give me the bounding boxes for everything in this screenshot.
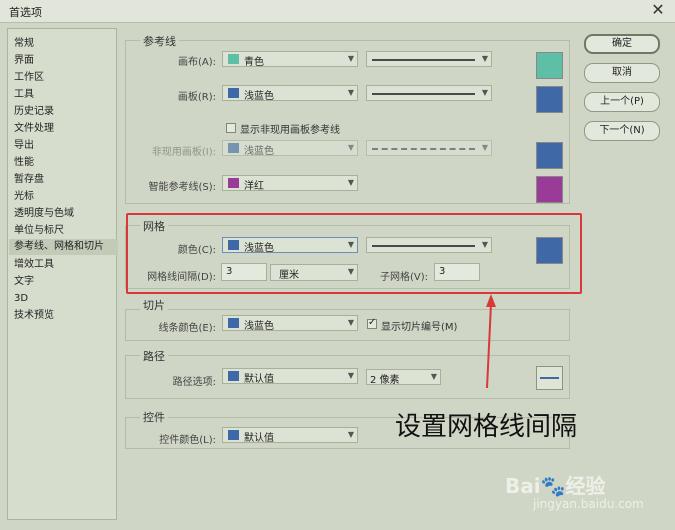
canvas-color-label: 画布(A):	[177, 57, 216, 68]
sidebar-item[interactable]: 历史记录	[14, 104, 54, 120]
path-group-title: 路径	[140, 348, 168, 364]
cancel-button[interactable]: 取消	[584, 63, 660, 83]
sidebar-item[interactable]: 增效工具	[14, 257, 54, 273]
annotation-text: 设置网格线间隔	[395, 412, 578, 442]
chevron-down-icon: ▼	[481, 88, 488, 97]
control-color-dropdown[interactable]: 默认值 ▼	[222, 427, 358, 444]
artboard-color-dropdown[interactable]: 浅蓝色 ▼	[222, 85, 358, 102]
inactive-style-dropdown[interactable]: ▼	[366, 140, 492, 156]
sidebar-item[interactable]: 文字	[14, 274, 34, 290]
window-title: 首选项	[9, 6, 42, 19]
smart-guides-dropdown[interactable]: 洋红 ▼	[222, 175, 358, 192]
chevron-down-icon: ▼	[347, 430, 354, 439]
smart-color-value: 洋红	[244, 181, 264, 192]
canvas-color-value: 青色	[244, 57, 264, 68]
sidebar-item[interactable]: 单位与标尺	[14, 223, 64, 239]
chevron-down-icon: ▼	[347, 318, 354, 327]
chevron-down-icon: ▼	[481, 54, 488, 63]
next-button[interactable]: 下一个(N)	[584, 121, 660, 141]
sidebar-item[interactable]: 参考线、网格和切片	[9, 239, 118, 255]
path-options-label: 路径选项:	[172, 377, 216, 388]
inactive-color-swatch-large[interactable]	[536, 142, 563, 169]
chevron-down-icon: ▼	[347, 371, 354, 380]
show-slice-numbers-label: 显示切片编号(M)	[381, 322, 458, 333]
controls-group-title: 控件	[140, 409, 168, 425]
path-width-dropdown[interactable]: 2 像素 ▼	[366, 369, 441, 386]
chevron-down-icon: ▼	[347, 143, 354, 152]
watermark-url: jingyan.baidu.com	[533, 497, 644, 511]
canvas-color-swatch-large[interactable]	[536, 52, 563, 79]
show-inactive-guides-label: 显示非现用画板参考线	[240, 125, 340, 136]
sidebar-item[interactable]: 界面	[14, 53, 34, 69]
chevron-down-icon: ▼	[347, 178, 354, 187]
slice-color-swatch	[228, 318, 239, 328]
control-color-label: 控件颜色(L):	[159, 435, 216, 446]
chevron-down-icon: ▼	[347, 54, 354, 63]
path-width-value: 2 像素	[370, 375, 400, 386]
slices-group-title: 切片	[140, 297, 168, 313]
guides-group-title: 参考线	[140, 33, 179, 49]
sidebar-item[interactable]: 3D	[14, 291, 28, 307]
artboard-color-value: 浅蓝色	[244, 91, 274, 102]
smart-guides-label: 智能参考线(S):	[148, 182, 216, 193]
slice-line-color-value: 浅蓝色	[244, 321, 274, 332]
sidebar-item[interactable]: 导出	[14, 138, 34, 154]
sidebar-item[interactable]: 工作区	[14, 70, 44, 86]
close-icon[interactable]: ✕	[650, 1, 666, 19]
checkmark-icon: ✓	[368, 317, 377, 328]
solid-line-icon	[372, 59, 475, 61]
canvas-style-dropdown[interactable]: ▼	[366, 51, 492, 67]
sidebar: 常规 界面 工作区 工具 历史记录 文件处理 导出 性能 暂存盘 光标 透明度与色域 单位与标尺 参考线…	[7, 28, 118, 520]
sidebar-item[interactable]: 透明度与色域	[14, 206, 74, 222]
dashed-line-icon	[372, 148, 475, 150]
sidebar-item[interactable]: 工具	[14, 87, 34, 103]
artboard-color-swatch-large[interactable]	[536, 86, 563, 113]
smart-color-swatch-large[interactable]	[536, 176, 563, 203]
path-options-value: 默认值	[244, 374, 274, 385]
canvas-color-dropdown[interactable]: 青色 ▼	[222, 51, 358, 68]
previous-button[interactable]: 上一个(P)	[584, 92, 660, 112]
annotation-arrow-icon	[486, 294, 496, 389]
show-inactive-guides-checkbox[interactable]	[226, 123, 236, 133]
slice-line-color-dropdown[interactable]: 浅蓝色 ▼	[222, 315, 358, 332]
sidebar-item[interactable]: 技术预览	[14, 308, 54, 324]
sidebar-item[interactable]: 常规	[14, 36, 34, 52]
path-options-dropdown[interactable]: 默认值 ▼	[222, 368, 358, 385]
canvas-color-swatch	[228, 54, 239, 64]
control-color-swatch	[228, 430, 239, 440]
solid-line-icon	[372, 93, 475, 95]
sidebar-item[interactable]: 性能	[14, 155, 34, 171]
artboard-style-dropdown[interactable]: ▼	[366, 85, 492, 101]
path-preview	[536, 366, 563, 390]
sidebar-item[interactable]: 光标	[14, 189, 34, 205]
chevron-down-icon: ▼	[481, 143, 488, 152]
chevron-down-icon: ▼	[347, 88, 354, 97]
title-bar	[0, 0, 675, 23]
sidebar-item[interactable]: 文件处理	[14, 121, 54, 137]
path-color-swatch	[228, 371, 239, 381]
artboard-color-label: 画板(R):	[177, 92, 216, 103]
control-color-value: 默认值	[244, 433, 274, 444]
sidebar-item[interactable]: 暂存盘	[14, 172, 44, 188]
highlight-box	[126, 213, 582, 294]
path-preview-line	[540, 377, 559, 379]
watermark-logo: Bai🐾经验	[505, 474, 606, 498]
ok-button[interactable]: 确定	[584, 34, 660, 54]
smart-color-swatch	[228, 178, 239, 188]
inactive-color-value: 浅蓝色	[244, 146, 274, 157]
artboard-color-swatch	[228, 88, 239, 98]
show-slice-numbers-checkbox[interactable]: ✓	[367, 317, 377, 329]
inactive-artboard-label: 非现用画板(I):	[151, 147, 216, 158]
inactive-color-swatch	[228, 143, 239, 153]
inactive-artboard-dropdown[interactable]: 浅蓝色 ▼	[222, 140, 358, 157]
slice-line-color-label: 线条颜色(E):	[158, 323, 217, 334]
chevron-down-icon: ▼	[430, 372, 437, 381]
